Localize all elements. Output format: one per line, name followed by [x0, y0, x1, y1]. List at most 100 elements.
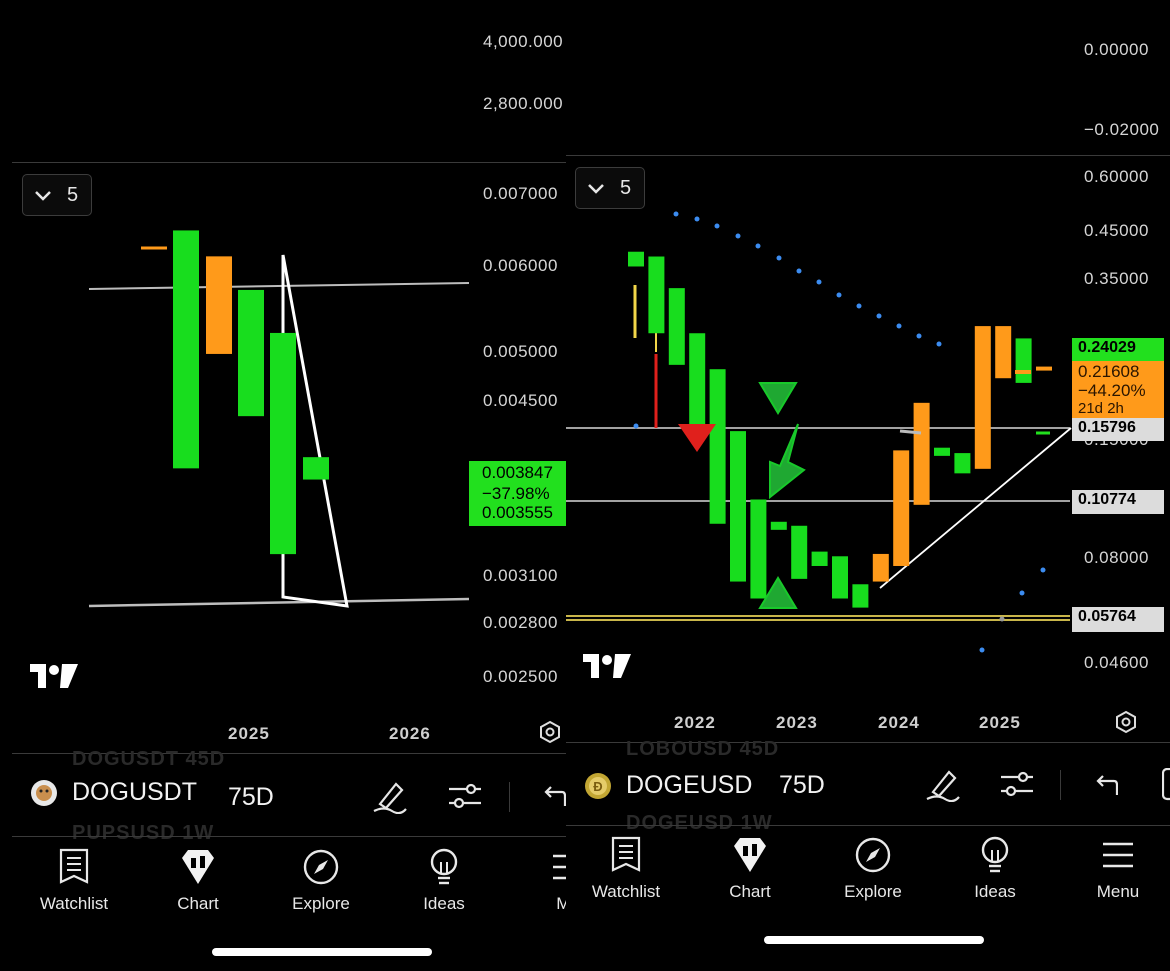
- nav-explore[interactable]: Explore: [275, 848, 367, 914]
- price-axis-label: 0.60000: [1084, 167, 1149, 186]
- candle: [730, 431, 746, 582]
- indicator-dot: [856, 303, 862, 309]
- nav-chart[interactable]: Chart: [152, 848, 244, 914]
- time-axis-label: 2025: [979, 713, 1021, 732]
- indicator-dot: [916, 333, 922, 339]
- nav-label: Ideas: [423, 894, 465, 913]
- price-axis-label: 0.006000: [483, 256, 558, 275]
- indicators-sliders-icon[interactable]: [447, 780, 483, 812]
- ghost-symbol-row: DOGUSDT 45D: [72, 748, 226, 770]
- time-axis-label: 2022: [674, 713, 716, 732]
- drawing-tool-icon[interactable]: [372, 778, 408, 814]
- nav-label: Explore: [292, 894, 350, 913]
- level-tag: 0.15796: [1072, 418, 1164, 441]
- symbol-name: DOGEUSD: [626, 771, 753, 799]
- nav-ideas[interactable]: Ideas: [949, 836, 1041, 902]
- nav-menu[interactable]: Me: [522, 848, 566, 914]
- compass-icon: [855, 837, 891, 873]
- price-mark: [899, 429, 922, 435]
- nav-label: Explore: [844, 882, 902, 901]
- candle: [628, 251, 644, 267]
- candle: [832, 556, 848, 599]
- nav-label: Menu: [1096, 882, 1140, 901]
- undo-icon[interactable]: [1092, 773, 1118, 797]
- bar-countdown: 21d 2h: [1078, 400, 1124, 417]
- last-price: 0.003847: [482, 463, 553, 482]
- time-axis-label: 2023: [776, 713, 818, 732]
- right-phone-screen: 0.00000 −0.02000 5 0.60000 0.45000 0.350…: [566, 0, 1170, 971]
- level-tag: 0.05764: [1072, 607, 1164, 632]
- indicator-dot: [816, 279, 822, 285]
- symbol-name: DOGUSDT: [72, 778, 197, 806]
- symbol-selector[interactable]: DOGUSDT: [30, 778, 197, 807]
- time-axis-label: 2025: [228, 724, 270, 743]
- price-axis-label: 0.005000: [483, 342, 558, 361]
- candle: [238, 289, 264, 417]
- price-axis-label: 0.45000: [1084, 221, 1149, 240]
- menu-icon: [553, 854, 566, 880]
- doge-coin-icon: Ð: [585, 772, 611, 799]
- nav-watchlist[interactable]: Watchlist: [28, 848, 120, 914]
- nav-watchlist[interactable]: Watchlist: [580, 836, 672, 902]
- drawing-tool-icon[interactable]: [925, 766, 961, 802]
- nav-ideas[interactable]: Ideas: [398, 848, 490, 914]
- candle: [934, 447, 950, 456]
- trend-line[interactable]: [88, 597, 470, 608]
- candle: [750, 499, 767, 599]
- nav-label: Chart: [729, 882, 771, 901]
- compass-icon: [303, 849, 339, 885]
- trend-line[interactable]: [88, 282, 470, 290]
- menu-icon: [1103, 842, 1133, 868]
- redo-icon[interactable]: [1162, 768, 1170, 802]
- nav-label: Chart: [177, 894, 219, 913]
- nav-label: Watchlist: [591, 882, 661, 901]
- indicator-dot: [673, 211, 679, 217]
- candlestick-chart[interactable]: [0, 0, 566, 740]
- candle: [173, 230, 199, 469]
- candle: [791, 525, 808, 579]
- candle: [811, 551, 828, 566]
- home-indicator[interactable]: [212, 948, 432, 956]
- indicator-dot: [936, 341, 942, 347]
- home-indicator[interactable]: [764, 936, 984, 944]
- interval-selector[interactable]: 75D: [228, 783, 274, 812]
- indicator-dot: [1019, 590, 1025, 596]
- last-price-tag: 0.24029: [1072, 338, 1164, 361]
- candle: [648, 256, 665, 334]
- candle: [852, 584, 869, 608]
- candle: [1036, 366, 1052, 371]
- settings-icon[interactable]: [538, 720, 562, 744]
- ghost-symbol-row: DOGEUSD 1W: [626, 812, 773, 834]
- nav-menu[interactable]: Menu: [1072, 836, 1164, 902]
- candle: [668, 288, 685, 365]
- toolbar-separator: [1060, 770, 1061, 800]
- candle: [995, 326, 1012, 379]
- symbol-selector[interactable]: Ð DOGEUSD: [584, 771, 752, 800]
- nav-chart[interactable]: Chart: [704, 836, 796, 902]
- candle: [913, 402, 930, 505]
- nav-explore[interactable]: Explore: [827, 836, 919, 902]
- interval-selector[interactable]: 75D: [779, 771, 825, 800]
- indicator-dot: [776, 255, 782, 261]
- lightbulb-icon: [430, 848, 458, 885]
- candle: [270, 332, 296, 555]
- indicator-dot: [796, 268, 802, 274]
- nav-label: Watchlist: [39, 894, 109, 913]
- doge-coin-icon: [31, 779, 57, 806]
- countdown-tag: 0.21608 −44.20% 21d 2h: [1072, 361, 1164, 419]
- tradingview-logo: [30, 664, 78, 688]
- settings-icon[interactable]: [1114, 710, 1138, 734]
- candle: [1015, 338, 1032, 383]
- price-axis-label: 0.002800: [483, 613, 558, 632]
- nav-label: Ideas: [974, 882, 1016, 901]
- price-axis-label: 0.08000: [1084, 548, 1149, 567]
- indicator-dot: [735, 233, 741, 239]
- undo-icon[interactable]: [540, 784, 566, 808]
- price-axis-label: 0.007000: [483, 184, 558, 203]
- indicators-sliders-icon[interactable]: [999, 768, 1035, 800]
- down-signal-arrow: [758, 382, 798, 415]
- svg-text:Ð: Ð: [593, 779, 602, 794]
- price-axis-label: 0.002500: [483, 667, 558, 686]
- indicator-dot: [755, 243, 761, 249]
- ghost-symbol-row: LOBOUSD 45D: [626, 738, 780, 760]
